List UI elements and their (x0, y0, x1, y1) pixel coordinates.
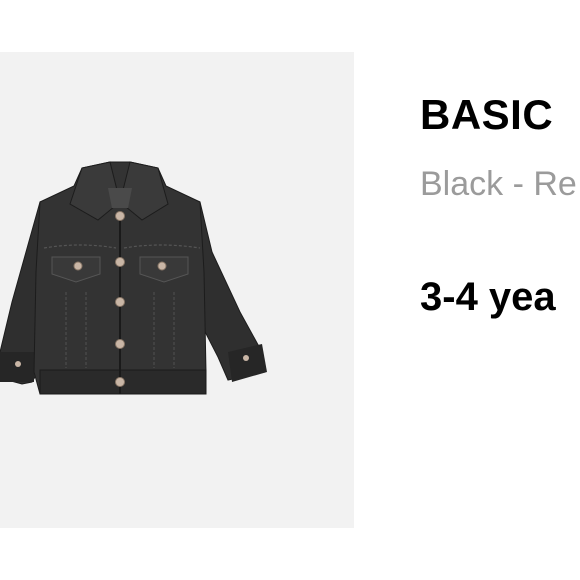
product-image-panel[interactable] (0, 52, 354, 528)
product-page: BASIC Black - Re 3-4 yea (0, 0, 580, 580)
product-title: BASIC (420, 91, 554, 138)
product-size[interactable]: 3-4 yea (420, 273, 556, 321)
denim-jacket-image (0, 161, 267, 395)
product-color: Black - Re (420, 165, 577, 203)
product-info: BASIC Black - Re 3-4 yea (420, 0, 580, 580)
